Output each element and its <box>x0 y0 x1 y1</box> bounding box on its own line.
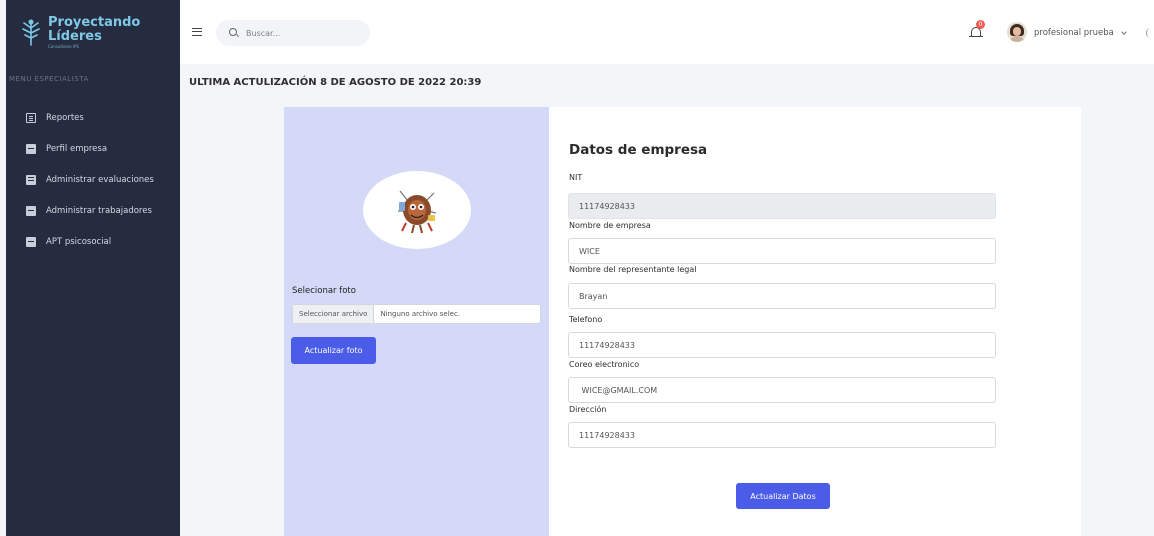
sidebar-item-label: Administrar trabajadores <box>46 205 152 216</box>
form-title: Datos de empresa <box>569 142 708 158</box>
choose-file-button[interactable]: Seleccionar archivo <box>293 305 375 323</box>
company-name-field[interactable] <box>568 238 996 264</box>
brand-logo[interactable]: Proyectando Líderes Consultores IPS <box>6 0 180 64</box>
nit-label: NIT <box>569 173 583 182</box>
company-photo <box>363 171 471 249</box>
document-icon <box>26 112 36 123</box>
user-name[interactable]: profesional prueba <box>1034 28 1114 38</box>
sidebar-item-label: Perfil empresa <box>46 143 108 154</box>
email-field[interactable] <box>568 377 996 403</box>
phone-label: Telefono <box>569 315 603 324</box>
select-photo-label: Selecionar foto <box>292 286 356 296</box>
file-input[interactable]: Seleccionar archivo Ninguno archivo sele… <box>292 304 541 324</box>
company-data-form: Datos de empresa NIT Nombre de empresa N… <box>549 107 1081 536</box>
brand-tagline: Consultores IPS <box>48 43 80 49</box>
sidebar-item-administrar-trabajadores[interactable]: Administrar trabajadores <box>6 195 180 226</box>
tree-logo-icon <box>22 19 40 46</box>
sidebar-item-label: Reportes <box>46 112 84 123</box>
avatar[interactable] <box>1007 22 1027 42</box>
chevron-down-icon[interactable] <box>1121 29 1127 35</box>
id-card-icon <box>26 143 36 154</box>
clipboard-icon <box>26 174 36 185</box>
mascot-image-icon <box>398 190 437 234</box>
page-title: ULTIMA ACTULIZACIÓN 8 DE AGOSTO DE 2022 … <box>189 77 482 88</box>
sidebar-item-perfil-empresa[interactable]: Perfil empresa <box>6 133 180 164</box>
nit-field <box>568 193 996 219</box>
address-label: Dirección <box>569 405 607 414</box>
photo-panel: Selecionar foto Seleccionar archivo Ning… <box>284 107 549 536</box>
phone-field[interactable] <box>568 332 996 358</box>
brand-name-line2: Líderes <box>48 28 102 44</box>
search-icon <box>229 28 237 36</box>
company-name-label: Nombre de empresa <box>569 221 651 230</box>
search-input[interactable] <box>216 20 370 46</box>
hamburger-menu-icon[interactable] <box>192 28 202 36</box>
id-card-icon <box>26 236 36 247</box>
id-card-icon <box>26 205 36 216</box>
brand-name-line1: Proyectando <box>48 14 141 30</box>
update-photo-button[interactable]: Actualizar foto <box>291 337 376 364</box>
sidebar-item-label: APT psicosocial <box>46 236 112 247</box>
notification-badge: 0 <box>976 20 985 29</box>
sidebar-item-reportes[interactable]: Reportes <box>6 102 180 133</box>
top-bar: 0 profesional prueba <box>180 0 1154 64</box>
legal-representative-label: Nombre del representante legal <box>569 265 697 274</box>
menu-section-title: MENU ESPECIALISTA <box>9 75 89 83</box>
file-status-text: Ninguno archivo selec. <box>380 310 461 318</box>
sidebar-item-administrar-evaluaciones[interactable]: Administrar evaluaciones <box>6 164 180 195</box>
update-data-button[interactable]: Actualizar Datos <box>736 483 830 509</box>
partial-edge-icon <box>1146 28 1154 38</box>
sidebar-item-label: Administrar evaluaciones <box>46 174 154 185</box>
email-label: Coreo electronico <box>569 360 640 369</box>
legal-representative-field[interactable] <box>568 283 996 309</box>
address-field[interactable] <box>568 422 996 448</box>
sidebar: Proyectando Líderes Consultores IPS MENU… <box>6 0 180 536</box>
sidebar-item-apt-psicosocial[interactable]: APT psicosocial <box>6 226 180 257</box>
